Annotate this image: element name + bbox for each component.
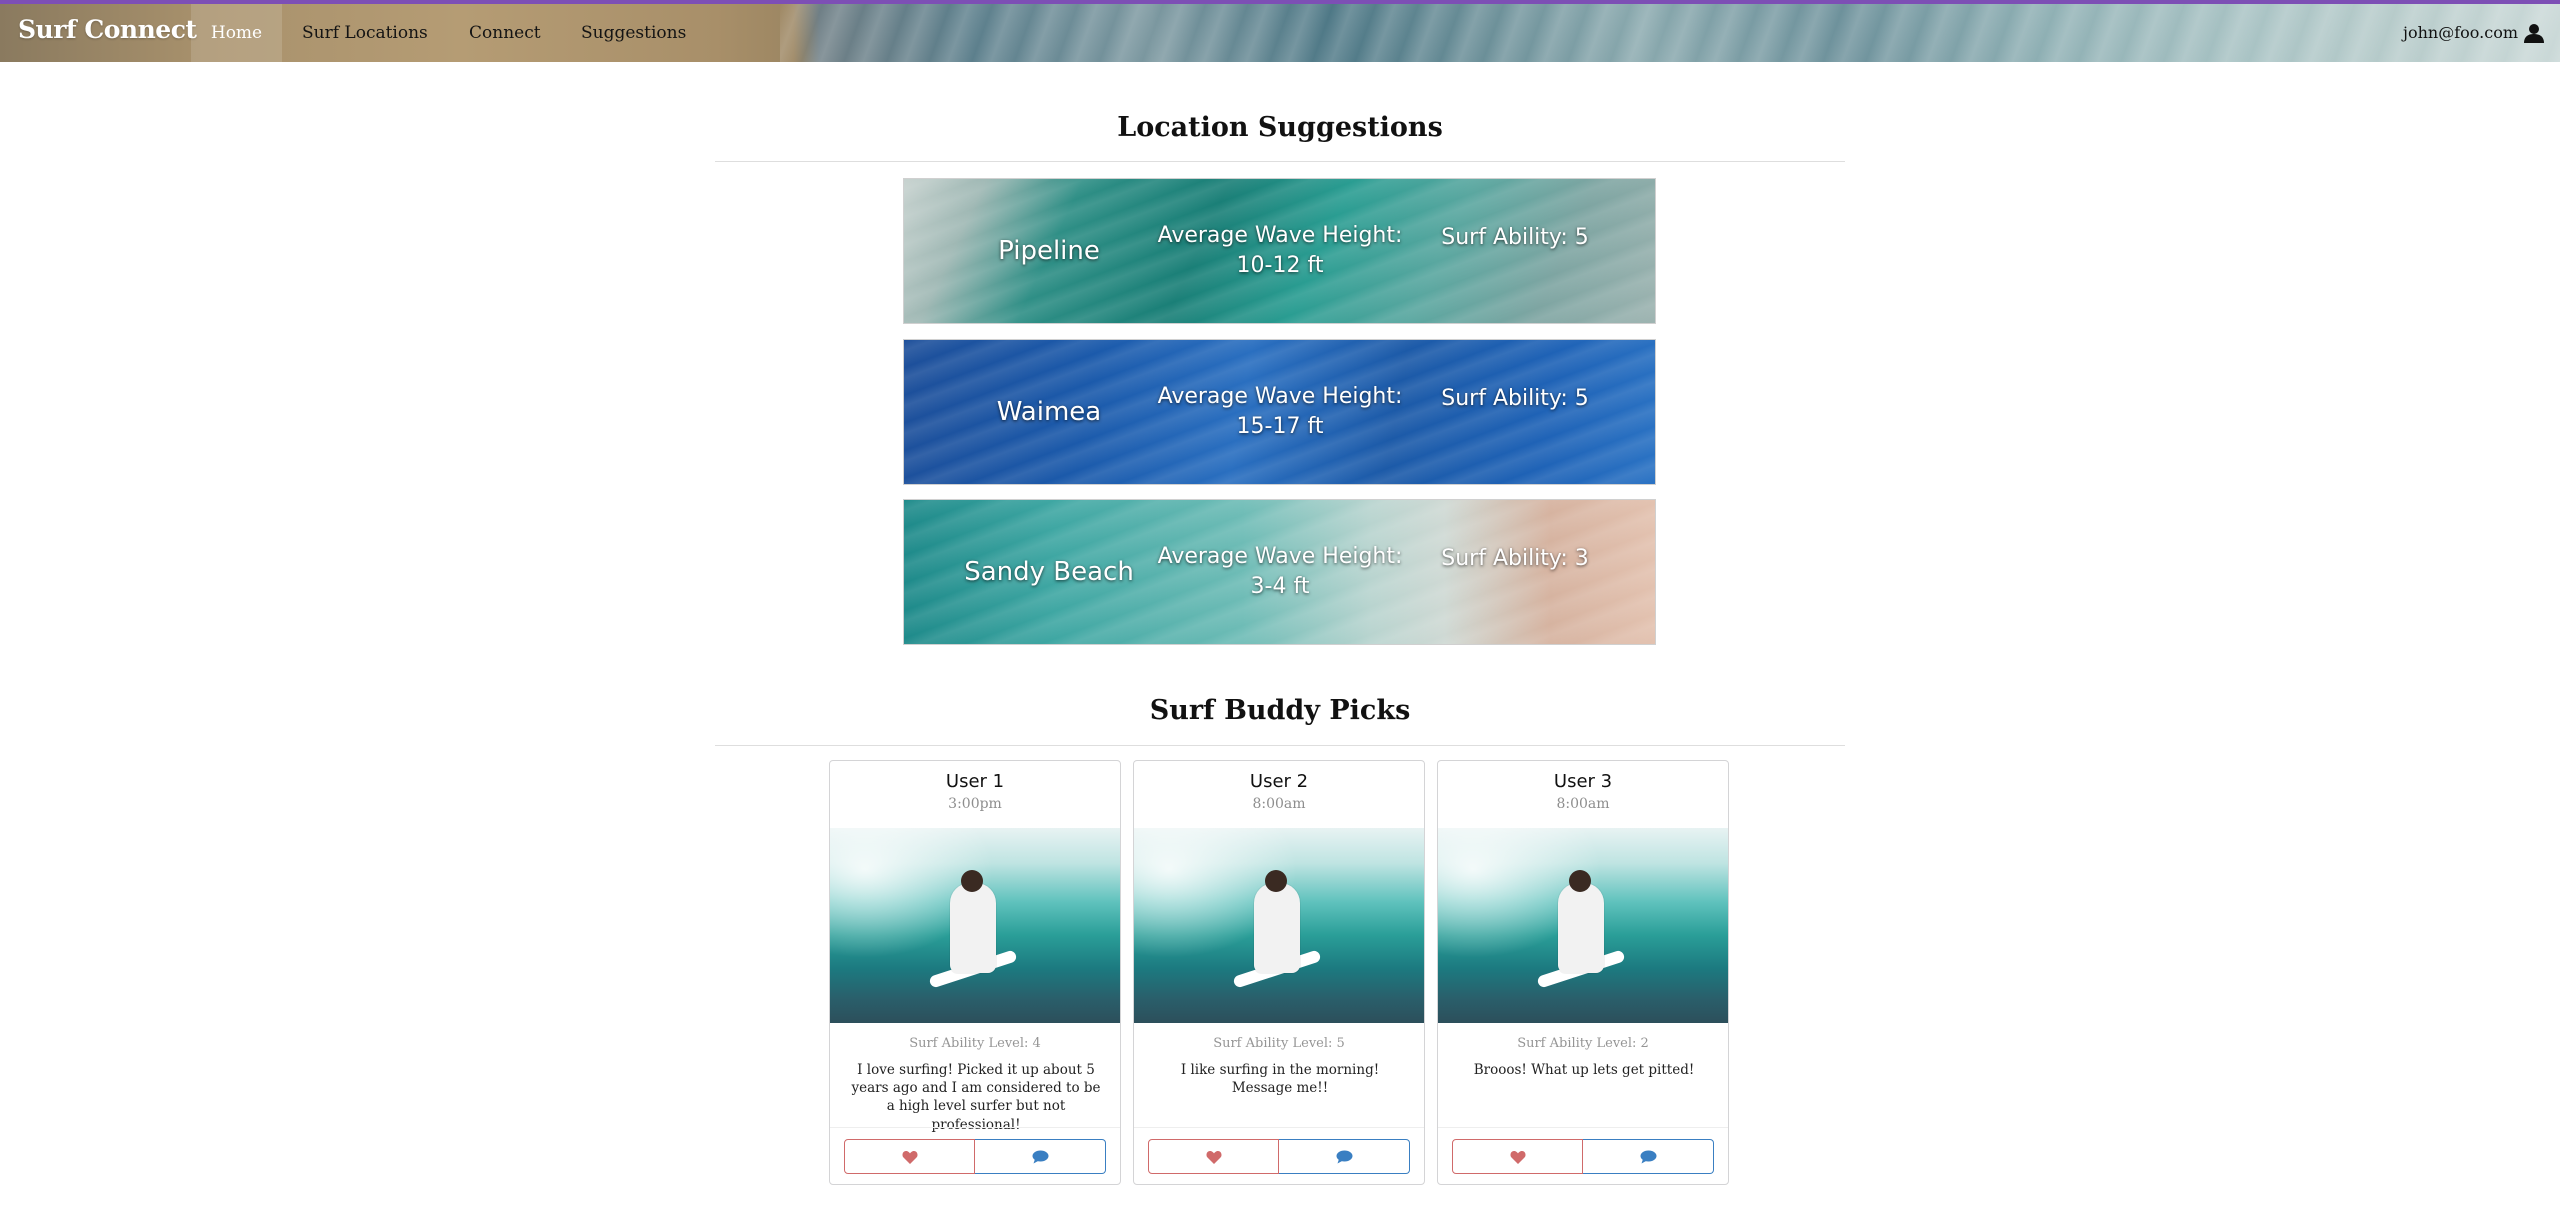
heart-icon: [1509, 1150, 1526, 1164]
buddy-photo: [1134, 828, 1424, 1023]
card-header: User 3 8:00am: [1438, 761, 1728, 828]
buddy-ability-level: Surf Ability Level: 4: [909, 1036, 1041, 1051]
photo-surfer-head: [1265, 870, 1287, 892]
buddy-card: User 1 3:00pm Surf Ability Level: 4 I lo…: [829, 760, 1121, 1185]
message-button[interactable]: [975, 1139, 1106, 1174]
buddy-photo: [830, 828, 1120, 1023]
user-icon[interactable]: [2524, 23, 2544, 43]
comment-icon: [1336, 1150, 1352, 1163]
location-wave-height: Average Wave Height: 10-12 ft: [1157, 223, 1403, 278]
nav-suggestions[interactable]: Suggestions: [581, 4, 686, 62]
nav-surf-locations[interactable]: Surf Locations: [302, 4, 428, 62]
location-wave-height: Average Wave Height: 3-4 ft: [1157, 544, 1403, 599]
like-button[interactable]: [1148, 1139, 1279, 1174]
comment-icon: [1032, 1150, 1048, 1163]
card-footer: [830, 1127, 1120, 1184]
photo-surfer: [1558, 883, 1604, 973]
divider: [715, 745, 1845, 746]
buddy-time: 8:00am: [1252, 796, 1306, 812]
buddy-bio: Brooos! What up lets get pitted!: [1473, 1062, 1695, 1078]
like-button[interactable]: [844, 1139, 975, 1174]
buddy-time: 8:00am: [1556, 796, 1610, 812]
surf-buddy-picks-title: Surf Buddy Picks: [1149, 695, 1411, 726]
heart-icon: [1205, 1150, 1222, 1164]
brand-logo[interactable]: Surf Connect: [18, 15, 197, 44]
buddy-card: User 2 8:00am Surf Ability Level: 5 I li…: [1133, 760, 1425, 1185]
buddy-name: User 2: [1249, 771, 1309, 792]
message-button[interactable]: [1279, 1139, 1410, 1174]
card-footer: [1134, 1127, 1424, 1184]
like-button[interactable]: [1452, 1139, 1583, 1174]
location-surf-ability: Surf Ability: 5: [1441, 224, 1589, 250]
location-surf-ability: Surf Ability: 5: [1441, 385, 1589, 411]
user-email[interactable]: john@foo.com: [2403, 4, 2518, 62]
navbar-background-image: [780, 4, 2560, 62]
photo-surfer: [950, 883, 996, 973]
buddy-bio: I like surfing in the morning! Message m…: [1180, 1062, 1380, 1097]
nav-connect[interactable]: Connect: [469, 4, 541, 62]
photo-surfer-head: [1569, 870, 1591, 892]
photo-surfer-head: [961, 870, 983, 892]
photo-surfer: [1254, 883, 1300, 973]
heart-icon: [901, 1150, 918, 1164]
navbar: Surf Connect Home Surf Locations Connect…: [0, 0, 2560, 62]
location-banner-sandy-beach[interactable]: Sandy Beach Average Wave Height: 3-4 ft …: [903, 499, 1656, 645]
buddy-photo: [1438, 828, 1728, 1023]
buddy-name: User 1: [945, 771, 1005, 792]
location-wave-height: Average Wave Height: 15-17 ft: [1157, 384, 1403, 439]
message-button[interactable]: [1583, 1139, 1714, 1174]
buddy-time: 3:00pm: [948, 796, 1002, 812]
comment-icon: [1640, 1150, 1656, 1163]
buddy-ability-level: Surf Ability Level: 2: [1517, 1036, 1649, 1051]
card-header: User 2 8:00am: [1134, 761, 1424, 828]
nav-home[interactable]: Home: [191, 4, 282, 62]
buddy-name: User 3: [1553, 771, 1613, 792]
location-surf-ability: Surf Ability: 3: [1441, 545, 1589, 571]
card-header: User 1 3:00pm: [830, 761, 1120, 828]
location-suggestions-title: Location Suggestions: [1117, 112, 1443, 143]
buddy-card: User 3 8:00am Surf Ability Level: 2 Broo…: [1437, 760, 1729, 1185]
buddy-ability-level: Surf Ability Level: 5: [1213, 1036, 1345, 1051]
location-banner-waimea[interactable]: Waimea Average Wave Height: 15-17 ft Sur…: [903, 339, 1656, 485]
location-banner-pipeline[interactable]: Pipeline Average Wave Height: 10-12 ft S…: [903, 178, 1656, 324]
card-footer: [1438, 1127, 1728, 1184]
divider: [715, 161, 1845, 162]
buddy-bio: I love surfing! Picked it up about 5 yea…: [851, 1062, 1101, 1133]
